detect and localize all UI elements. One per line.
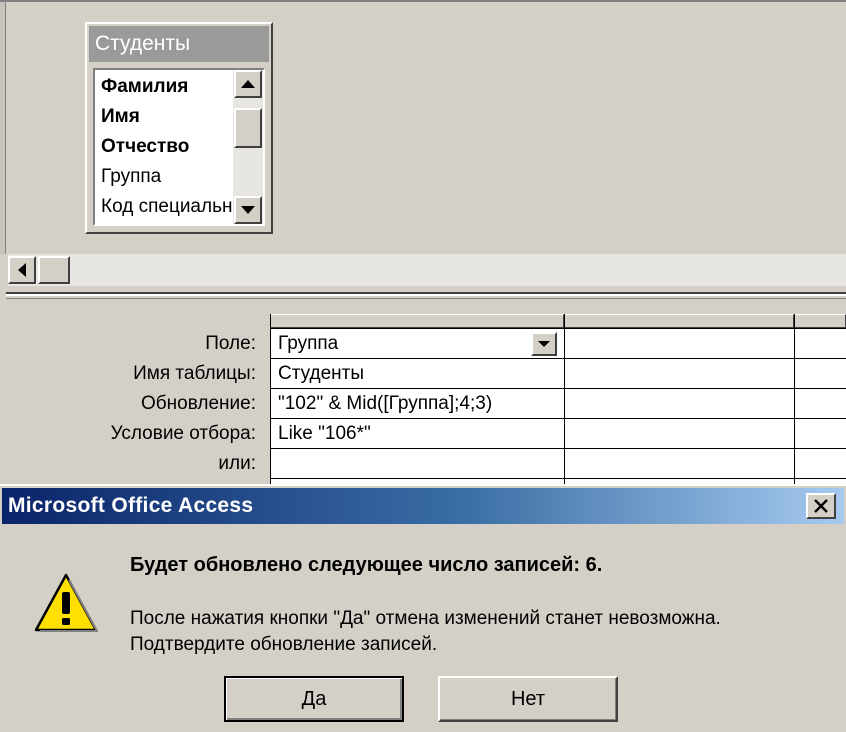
row-label-table: Имя таблицы: bbox=[133, 363, 256, 384]
query-design-grid[interactable]: Группа Студенты "102" & Mid([Группа];4;3… bbox=[270, 314, 846, 484]
row-label-field: Поле: bbox=[205, 333, 256, 354]
row-label-update: Обновление: bbox=[141, 393, 256, 414]
column-selector-2[interactable] bbox=[564, 314, 794, 328]
arrow-up-icon bbox=[241, 80, 255, 88]
yes-button[interactable]: Да bbox=[224, 676, 404, 722]
warning-icon bbox=[34, 573, 98, 632]
field-dropdown-button[interactable] bbox=[531, 332, 557, 356]
row-label-criteria: Условие отбора: bbox=[110, 423, 256, 444]
no-button[interactable]: Нет bbox=[438, 676, 618, 722]
horizontal-scroll-thumb[interactable] bbox=[38, 256, 70, 284]
field-list-scrollbar[interactable] bbox=[233, 70, 263, 224]
field-item-patronymic[interactable]: Отчество bbox=[101, 132, 189, 162]
design-horizontal-scrollbar[interactable] bbox=[8, 254, 846, 286]
arrow-left-icon bbox=[18, 263, 26, 277]
pane-splitter[interactable] bbox=[0, 288, 846, 306]
field-item-group[interactable]: Группа bbox=[101, 162, 161, 192]
field-list[interactable]: Фамилия Имя Отчество Группа Код специаль… bbox=[93, 68, 265, 226]
scroll-left-button[interactable] bbox=[8, 256, 36, 284]
dialog-title-bar[interactable]: Microsoft Office Access bbox=[2, 488, 844, 524]
cell-table[interactable]: Студенты bbox=[278, 359, 364, 389]
dialog-message-main: Будет обновлено следующее число записей:… bbox=[130, 554, 603, 576]
field-item-surname[interactable]: Фамилия bbox=[101, 72, 188, 102]
cell-field[interactable]: Группа bbox=[278, 329, 338, 359]
cell-criteria[interactable]: Like "106*" bbox=[278, 419, 371, 449]
table-field-list-window[interactable]: Студенты Фамилия Имя Отчество Группа Код… bbox=[85, 22, 273, 234]
dialog-title: Microsoft Office Access bbox=[8, 494, 254, 517]
close-icon bbox=[814, 499, 828, 513]
table-title[interactable]: Студенты bbox=[89, 26, 269, 62]
column-selector-3[interactable] bbox=[794, 314, 846, 328]
scroll-up-button[interactable] bbox=[234, 70, 262, 98]
cell-update[interactable]: "102" & Mid([Группа];4;3) bbox=[278, 389, 492, 419]
dialog-message-line2: Подтвердите обновление записей. bbox=[130, 634, 438, 655]
scroll-thumb[interactable] bbox=[234, 108, 262, 148]
arrow-down-icon bbox=[241, 206, 255, 214]
dialog-message-line1: После нажатия кнопки "Да" отмена изменен… bbox=[130, 608, 721, 629]
update-confirmation-dialog: Microsoft Office Access Будет обновлено … bbox=[0, 484, 846, 732]
table-design-pane: Студенты Фамилия Имя Отчество Группа Код… bbox=[0, 0, 846, 288]
scroll-down-button[interactable] bbox=[234, 196, 262, 224]
field-item-name[interactable]: Имя bbox=[101, 102, 140, 132]
chevron-down-icon bbox=[538, 341, 550, 347]
column-selector-1[interactable] bbox=[270, 314, 564, 328]
close-button[interactable] bbox=[806, 493, 836, 519]
row-label-or: или: bbox=[218, 453, 256, 474]
